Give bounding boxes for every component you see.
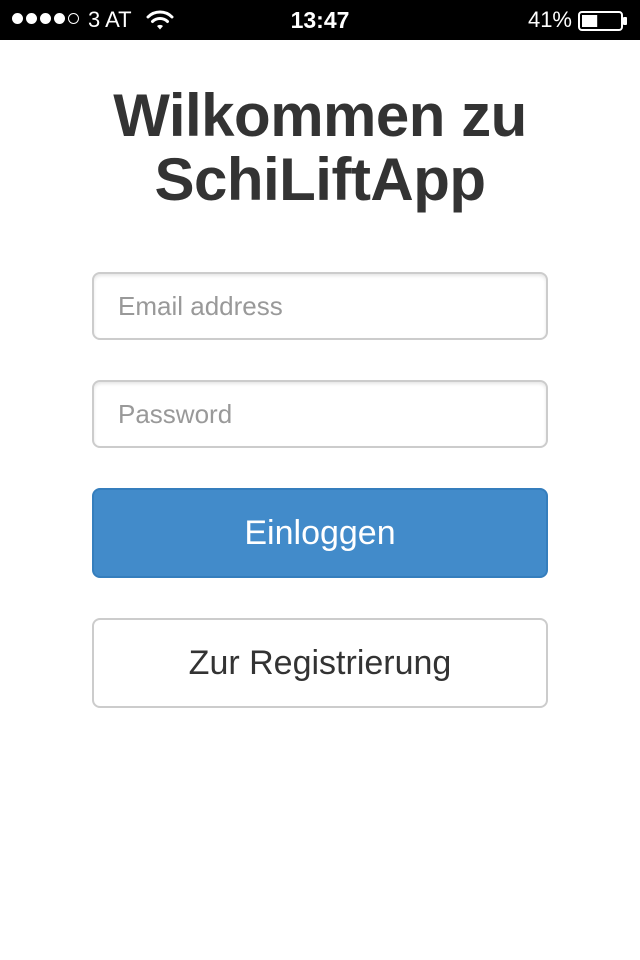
battery-icon [578,11,627,31]
page-title: Wilkommen zu SchiLiftApp [0,84,640,212]
battery-percentage: 41% [527,7,572,32]
register-button[interactable]: Zur Registrierung [92,618,548,708]
title-line-2: SchiLiftApp [154,146,486,213]
title-line-1: Wilkommen zu [113,82,527,149]
password-field[interactable] [92,380,548,448]
login-button[interactable]: Einloggen [92,488,548,578]
email-field[interactable] [92,272,548,340]
status-bar: 3 AT 13:47 41% [0,0,640,40]
battery-fill [582,15,598,27]
